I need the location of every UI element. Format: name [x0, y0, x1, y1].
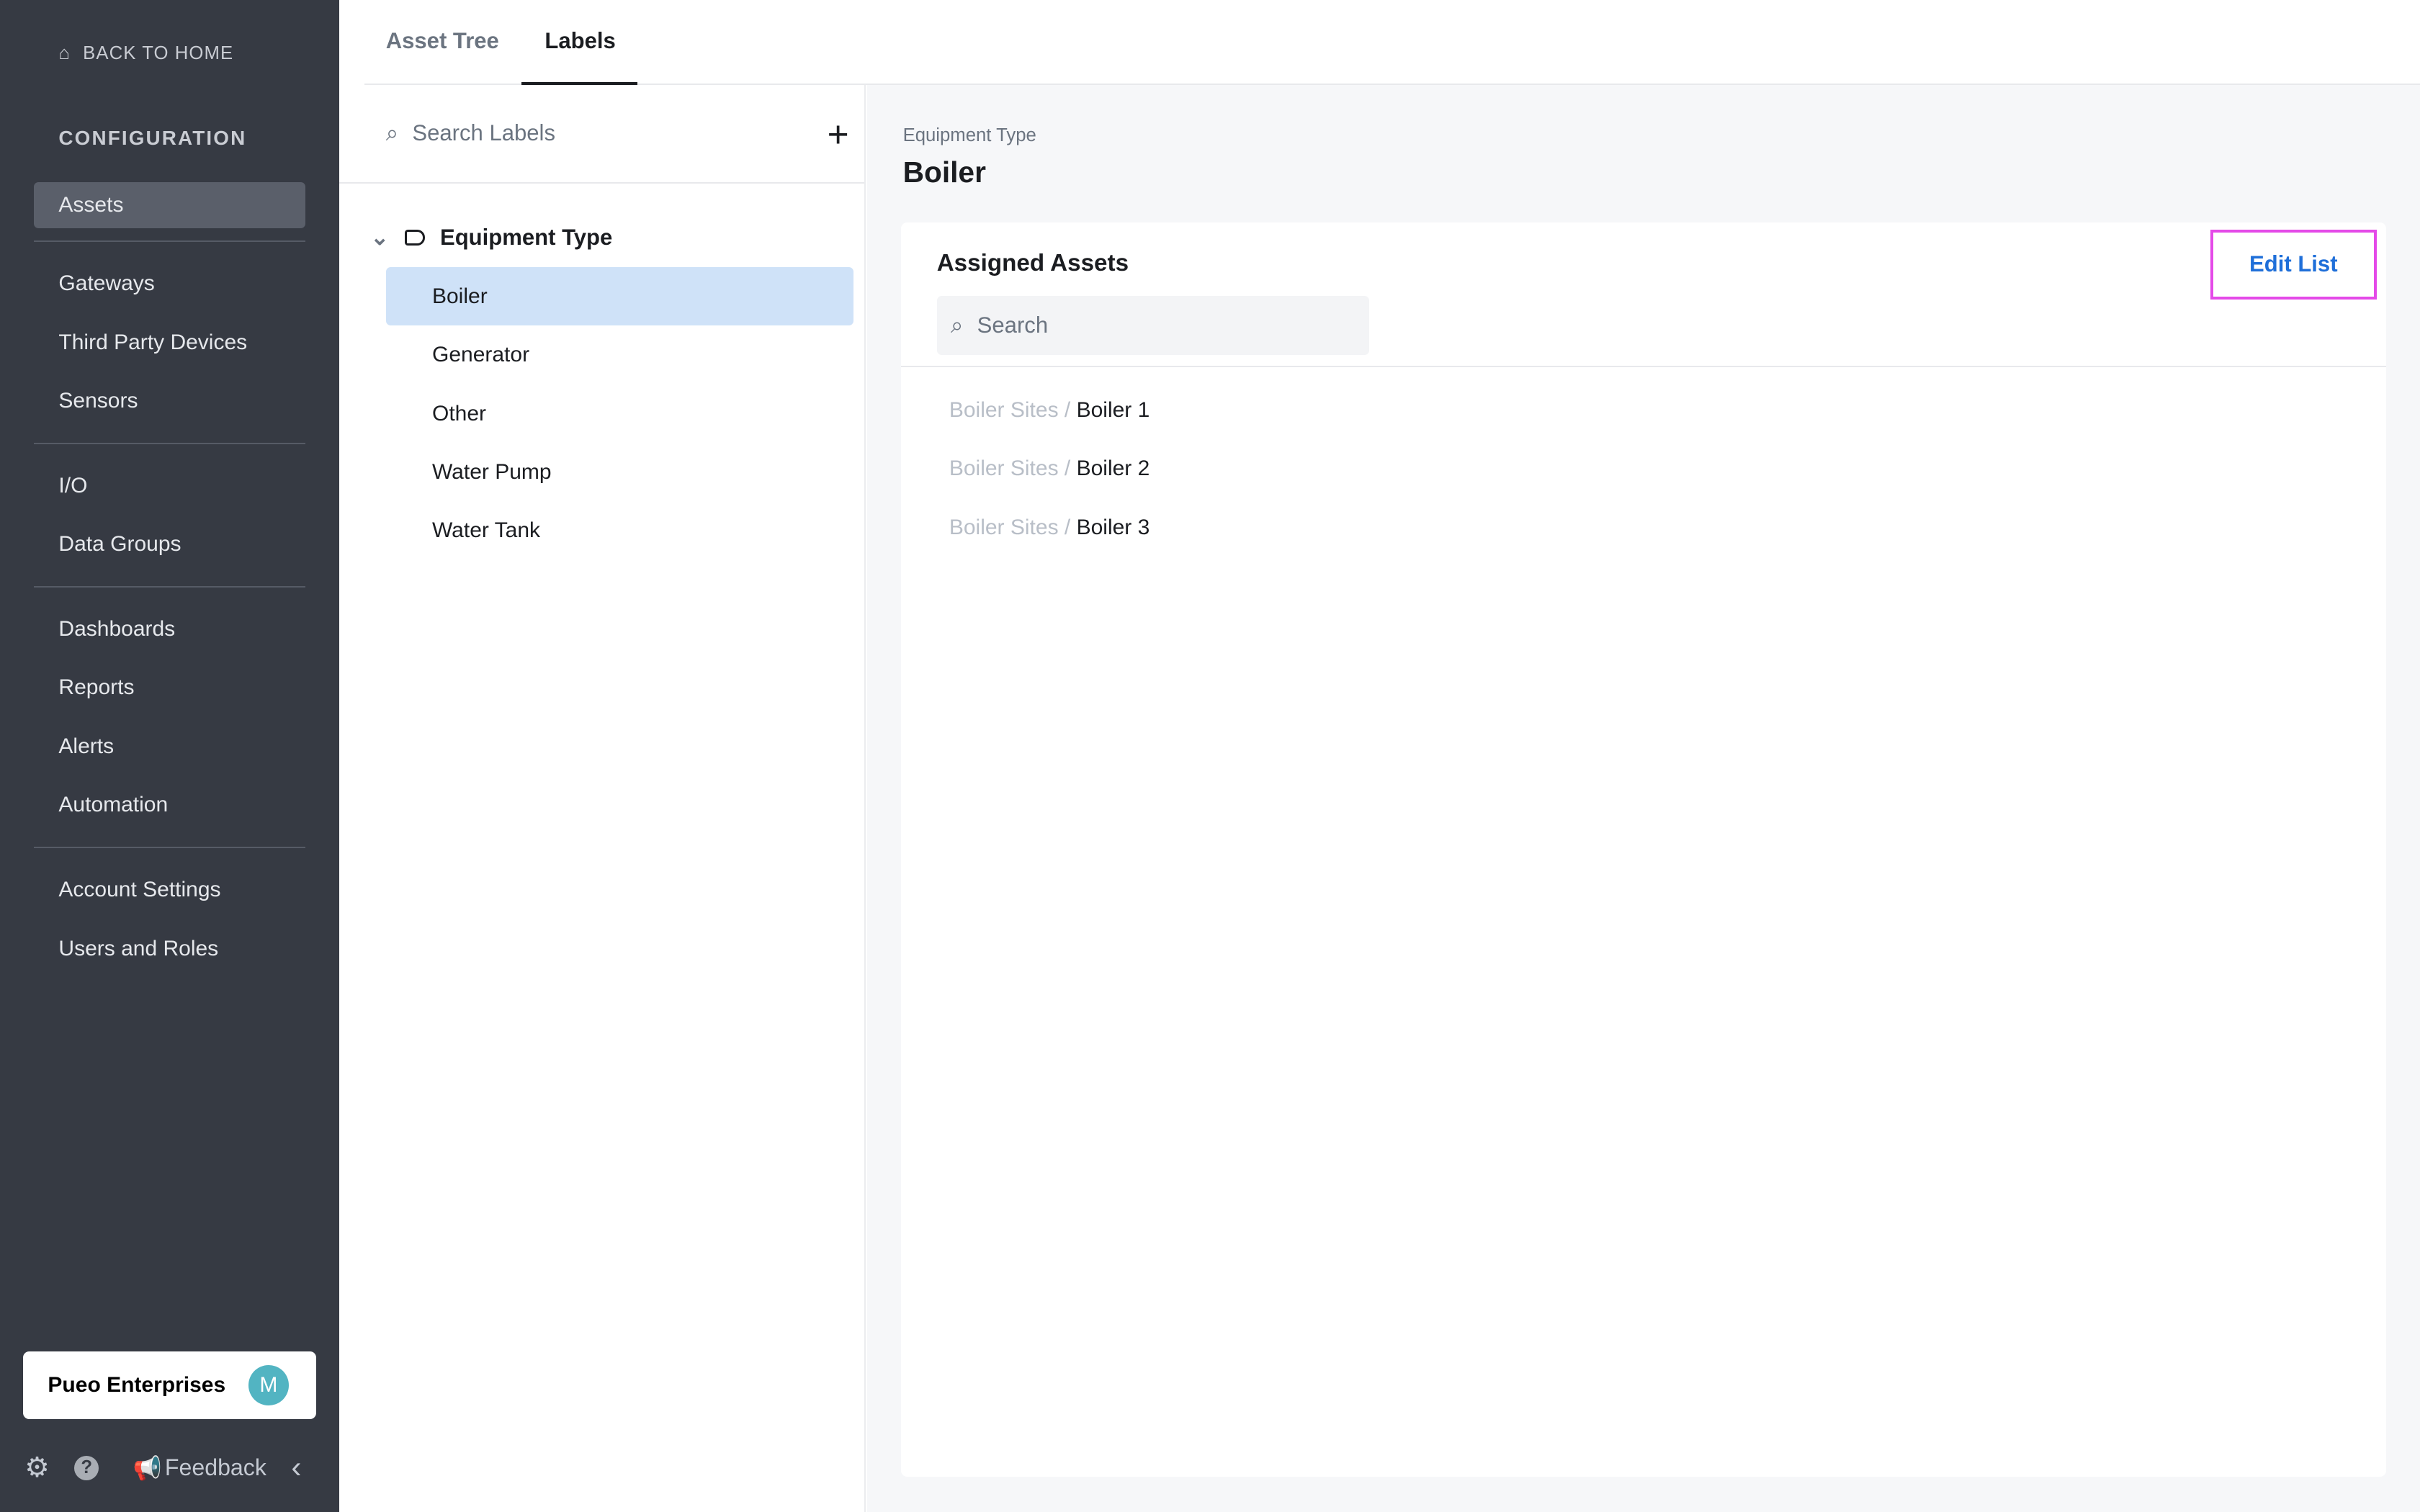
labels-panel: ⌕ Search Labels + ⌄ Equipment Type Boiler Ge… [339, 84, 866, 1512]
asset-path: Boiler Sites / [949, 515, 1071, 539]
sidebar-item-sensors[interactable]: Sensors [34, 378, 305, 436]
label-item[interactable]: Boiler [385, 266, 853, 326]
label-item[interactable]: Generator [386, 325, 853, 384]
assigned-assets-card: Assigned Assets Edit List ⌕ Search Boiler… [901, 222, 2386, 1477]
page-title: Boiler [902, 156, 986, 189]
asset-path: Boiler Sites / [949, 397, 1071, 422]
label-item[interactable]: Water Tank [386, 501, 853, 559]
megaphone-icon: 📢 [133, 1454, 162, 1481]
search-labels-input[interactable]: ⌕ Search Labels + [339, 85, 865, 184]
asset-row[interactable]: Boiler Sites / Boiler 3 [949, 516, 1150, 574]
divider [34, 586, 306, 588]
sidebar-item-assets[interactable]: Assets [34, 181, 306, 229]
sidebar-item-users-and-roles[interactable]: Users and Roles [34, 926, 305, 984]
sidebar-item-data-groups[interactable]: Data Groups [34, 521, 305, 580]
search-icon: ⌕ [385, 120, 399, 145]
asset-name: Boiler 1 [1076, 397, 1150, 422]
sidebar-item-reports[interactable]: Reports [34, 665, 305, 723]
breadcrumb: Equipment Type [902, 125, 1036, 145]
sidebar-item-alerts[interactable]: Alerts [34, 724, 305, 782]
tag-icon [404, 230, 425, 246]
asset-name: Boiler 2 [1076, 456, 1150, 481]
sidebar-item-third-party-devices[interactable]: Third Party Devices [34, 320, 305, 378]
sidebar-item-account-settings[interactable]: Account Settings [34, 867, 305, 925]
tab-asset-tree[interactable]: Asset Tree [386, 28, 499, 54]
back-to-home-link[interactable]: ⌂ BACK TO HOME [58, 43, 233, 64]
asset-row[interactable]: Boiler Sites / Boiler 1 [949, 398, 1150, 456]
avatar: M [248, 1365, 289, 1406]
label-detail: Equipment Type Boiler Assigned Assets Ed… [867, 84, 2420, 1512]
sidebar-item-automation[interactable]: Automation [34, 782, 305, 840]
help-icon[interactable]: ? [74, 1455, 99, 1480]
sidebar-nav: Assets Gateways Third Party Devices Sensors… [34, 181, 306, 984]
label-item[interactable]: Water Pump [386, 443, 853, 501]
divider [901, 365, 2386, 367]
card-title: Assigned Assets [936, 250, 1129, 277]
collapse-chevron-icon[interactable]: ‹ [291, 1450, 301, 1485]
divider [34, 442, 306, 445]
tab-bar: Asset Tree Labels [364, 0, 2420, 85]
home-icon: ⌂ [58, 43, 71, 63]
asset-search-input[interactable]: ⌕ Search [936, 296, 1369, 355]
divider [34, 847, 306, 849]
sidebar: ⌂ BACK TO HOME CONFIGURATION Assets Gatewa… [0, 0, 340, 1512]
sidebar-item-dashboards[interactable]: Dashboards [34, 606, 305, 665]
chevron-down-icon[interactable]: ⌄ [370, 225, 389, 251]
gear-icon[interactable]: ⚙ [24, 1452, 50, 1484]
search-icon: ⌕ [950, 312, 964, 338]
organization-switcher[interactable]: Pueo Enterprises M [23, 1351, 317, 1420]
section-heading: CONFIGURATION [58, 126, 247, 149]
sidebar-item-gateways[interactable]: Gateways [34, 261, 305, 319]
edit-list-button[interactable]: Edit List [2210, 230, 2377, 300]
label-item[interactable]: Other [386, 384, 853, 443]
add-label-button[interactable]: + [828, 112, 849, 156]
feedback-button[interactable]: 📢 Feedback [133, 1454, 266, 1482]
tab-labels[interactable]: Labels [521, 28, 637, 85]
divider [34, 240, 306, 243]
sidebar-item-i-o[interactable]: I/O [34, 463, 305, 521]
label-group-equipment-type[interactable]: ⌄ Equipment Type [370, 220, 864, 254]
asset-path: Boiler Sites / [949, 456, 1071, 481]
asset-name: Boiler 3 [1076, 515, 1150, 539]
asset-row[interactable]: Boiler Sites / Boiler 2 [949, 456, 1150, 515]
